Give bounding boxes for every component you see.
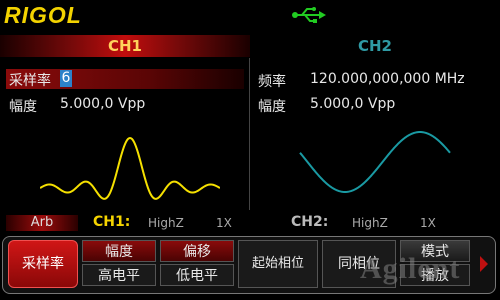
ch2-frequency-value[interactable]: 120.000,000,000 MHz bbox=[310, 71, 465, 87]
tab-ch2[interactable]: CH2 bbox=[250, 35, 500, 57]
ch2-amplitude-value[interactable]: 5.000,0 Vpp bbox=[310, 96, 395, 112]
start-phase-softkey[interactable]: 起始相位 bbox=[238, 240, 318, 288]
channel-divider bbox=[249, 58, 250, 210]
ch2-frequency-label: 频率 bbox=[258, 74, 286, 90]
ch1-waveform-preview bbox=[40, 136, 220, 200]
sample-rate-softkey[interactable]: 采样率 bbox=[8, 240, 78, 288]
ch1-multiplier: 1X bbox=[216, 216, 232, 230]
usb-icon bbox=[292, 7, 326, 23]
offset-softkey[interactable]: 偏移 bbox=[160, 240, 234, 262]
ch2-amplitude-label: 幅度 bbox=[258, 99, 286, 115]
amplitude-softkey[interactable]: 幅度 bbox=[82, 240, 156, 262]
ch1-amplitude-value[interactable]: 5.000,0 Vpp bbox=[60, 96, 145, 112]
sample-rate-input[interactable]: 6 bbox=[60, 70, 72, 87]
ch2-multiplier: 1X bbox=[420, 216, 436, 230]
ch2-waveform-preview bbox=[299, 130, 451, 194]
low-level-softkey[interactable]: 低电平 bbox=[160, 264, 234, 286]
next-page-arrow-icon[interactable] bbox=[480, 256, 488, 272]
watermark-logo: Agilent bbox=[360, 252, 461, 285]
ch1-amplitude-label: 幅度 bbox=[9, 99, 37, 115]
sample-rate-label: 采样率 bbox=[9, 73, 51, 89]
ch1-impedance: HighZ bbox=[148, 216, 184, 230]
ch1-sinc-wave bbox=[40, 136, 220, 200]
high-level-softkey[interactable]: 高电平 bbox=[82, 264, 156, 286]
ch2-status-tag: CH2: bbox=[291, 214, 329, 230]
mode-badge: Arb bbox=[6, 215, 78, 231]
ch1-status-tag: CH1: bbox=[93, 214, 131, 230]
ch2-sine-wave bbox=[299, 130, 451, 194]
tab-ch1[interactable]: CH1 bbox=[0, 35, 250, 57]
ch2-impedance: HighZ bbox=[352, 216, 388, 230]
rigol-logo: RIGOL bbox=[4, 2, 82, 28]
